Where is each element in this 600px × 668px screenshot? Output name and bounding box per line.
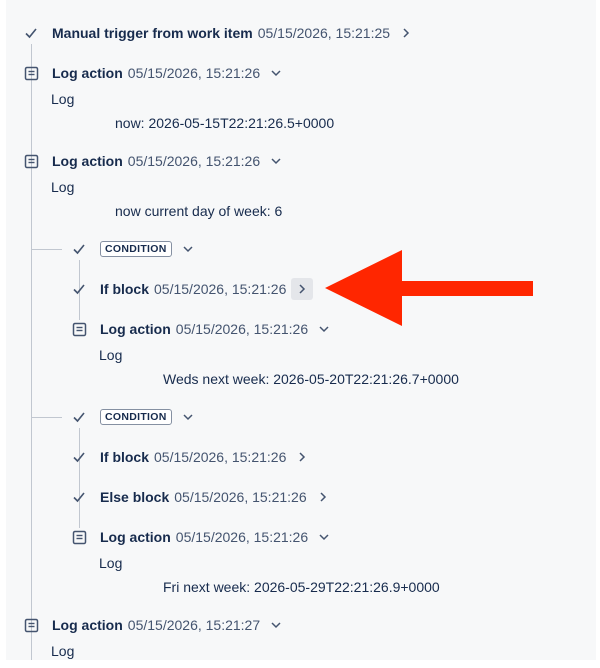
log-action-expand-button[interactable] <box>265 150 287 172</box>
log-action-expand-button[interactable] <box>265 614 287 636</box>
log-action-row-5: Log action 05/15/2026, 15:21:27 <box>22 614 287 636</box>
cond1-branch <box>32 249 62 250</box>
log-action-timestamp: 05/15/2026, 15:21:26 <box>175 321 309 337</box>
chevron-down-icon <box>183 414 193 421</box>
condition-badge: CONDITION <box>100 241 172 257</box>
chevron-down-icon <box>319 534 329 541</box>
if-block-timestamp: 05/15/2026, 15:21:26 <box>154 449 287 465</box>
chevron-down-icon <box>271 70 281 77</box>
condition-badge: CONDITION <box>100 409 172 425</box>
log-type: Log <box>51 179 75 195</box>
check-icon <box>70 408 88 426</box>
chevron-right-icon <box>299 452 306 462</box>
if-block-details-button[interactable] <box>291 446 313 468</box>
if-block-title: If block <box>100 449 150 465</box>
log-action-timestamp: 05/15/2026, 15:21:27 <box>127 617 261 633</box>
log-action-title: Log action <box>52 617 123 633</box>
log-action-title: Log action <box>100 321 171 337</box>
red-arrow-annotation <box>325 250 533 326</box>
log-document-icon <box>22 64 40 82</box>
trigger-title: Manual trigger from work item <box>52 25 253 41</box>
else-block-title: Else block <box>100 489 170 505</box>
check-icon <box>70 488 88 506</box>
check-icon <box>22 24 40 42</box>
if-block-details-button[interactable] <box>291 278 314 300</box>
check-icon <box>70 280 88 298</box>
panel-bottom-edge <box>0 660 600 668</box>
log-document-icon <box>70 320 88 338</box>
else-block-row: Else block 05/15/2026, 15:21:26 <box>70 486 334 508</box>
condition-expand-button[interactable] <box>177 406 199 428</box>
log-action-title: Log action <box>100 529 171 545</box>
log-type: Log <box>99 555 123 571</box>
chevron-right-icon <box>299 284 306 294</box>
log-action-title: Log action <box>52 65 123 81</box>
log-document-icon <box>22 152 40 170</box>
arrow-shape <box>325 250 533 326</box>
chevron-right-icon <box>403 28 410 38</box>
trigger-timestamp: 05/15/2026, 15:21:25 <box>257 25 391 41</box>
if-block-row: If block 05/15/2026, 15:21:26 <box>70 278 314 300</box>
trigger-row: Manual trigger from work item 05/15/2026… <box>22 22 417 44</box>
trigger-details-button[interactable] <box>395 22 417 44</box>
chevron-right-icon <box>320 492 326 502</box>
log-document-icon <box>22 616 40 634</box>
cond2-connector <box>79 428 80 528</box>
log-type: Log <box>51 643 75 659</box>
log-action-timestamp: 05/15/2026, 15:21:26 <box>127 65 261 81</box>
log-action-row-1: Log action 05/15/2026, 15:21:26 <box>22 62 287 84</box>
log-message: Weds next week: 2026-05-20T22:21:26.7+00… <box>163 371 459 387</box>
log-action-expand-button[interactable] <box>313 526 335 548</box>
if-block-title: If block <box>100 281 150 297</box>
check-icon <box>70 240 88 258</box>
chevron-down-icon <box>271 622 281 629</box>
log-action-row-3: Log action 05/15/2026, 15:21:26 <box>70 318 335 340</box>
log-message: now: 2026-05-15T22:21:26.5+0000 <box>115 115 335 131</box>
log-action-row-4: Log action 05/15/2026, 15:21:26 <box>70 526 335 548</box>
else-block-details-button[interactable] <box>312 486 334 508</box>
log-type: Log <box>51 91 75 107</box>
check-icon <box>70 448 88 466</box>
main-connector <box>31 44 32 660</box>
chevron-down-icon <box>271 158 281 165</box>
chevron-down-icon <box>183 246 193 253</box>
log-message: Fri next week: 2026-05-29T22:21:26.9+000… <box>163 579 440 595</box>
log-action-timestamp: 05/15/2026, 15:21:26 <box>175 529 309 545</box>
log-message: now current day of week: 6 <box>115 203 283 219</box>
log-action-expand-button[interactable] <box>265 62 287 84</box>
else-block-timestamp: 05/15/2026, 15:21:26 <box>174 489 307 505</box>
log-action-title: Log action <box>52 153 123 169</box>
log-document-icon <box>70 528 88 546</box>
if-block-row: If block 05/15/2026, 15:21:26 <box>70 446 313 468</box>
cond2-branch <box>32 417 62 418</box>
condition-row-2: CONDITION <box>70 406 199 428</box>
log-type: Log <box>99 347 123 363</box>
condition-row-1: CONDITION <box>70 238 199 260</box>
log-action-row-2: Log action 05/15/2026, 15:21:26 <box>22 150 287 172</box>
log-action-timestamp: 05/15/2026, 15:21:26 <box>127 153 261 169</box>
if-block-timestamp: 05/15/2026, 15:21:26 <box>154 281 287 297</box>
condition-expand-button[interactable] <box>177 238 199 260</box>
